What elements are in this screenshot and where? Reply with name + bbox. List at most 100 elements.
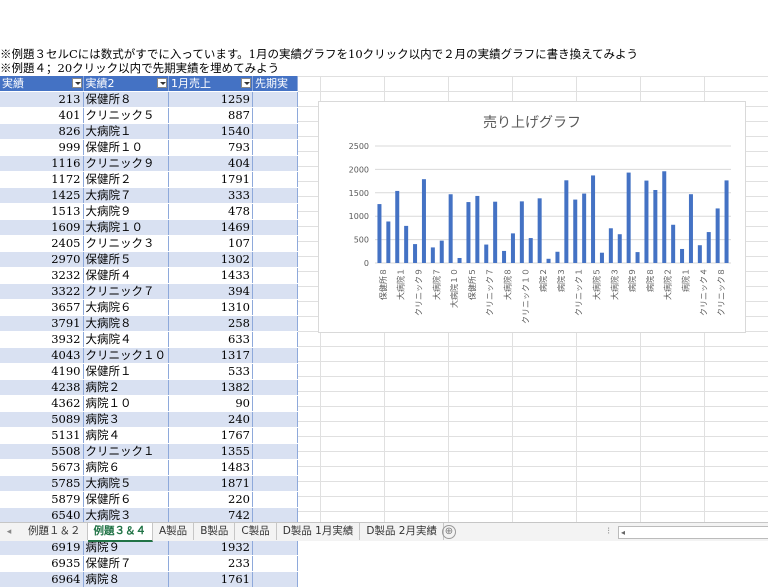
filter-dropdown-icon[interactable] xyxy=(71,78,82,88)
scroll-left-arrow-icon[interactable]: ◂ xyxy=(621,527,625,538)
sheet-tab[interactable]: 例題３＆４ xyxy=(87,523,153,542)
cell-prev-period[interactable] xyxy=(252,235,298,252)
cell-jisseki[interactable]: 5508 xyxy=(0,443,84,460)
bar[interactable] xyxy=(395,190,400,263)
cell-jisseki2[interactable]: クリニック１０ xyxy=(83,347,169,364)
cell-prev-period[interactable] xyxy=(252,187,298,204)
cell-prev-period[interactable] xyxy=(252,171,298,188)
cell-jisseki[interactable]: 4190 xyxy=(0,363,84,380)
bar[interactable] xyxy=(582,193,587,263)
bar[interactable] xyxy=(519,201,524,263)
cell-prev-period[interactable] xyxy=(252,427,298,444)
cell-jisseki[interactable]: 6919 xyxy=(0,539,84,556)
cell-prev-period[interactable] xyxy=(252,283,298,300)
cell-prev-period[interactable] xyxy=(252,411,298,428)
cell-jisseki[interactable]: 6964 xyxy=(0,571,84,588)
cell-jan-sales[interactable]: 1302 xyxy=(168,251,253,268)
filter-dropdown-icon[interactable] xyxy=(157,78,167,88)
bar[interactable] xyxy=(404,225,409,263)
cell-jisseki2[interactable]: 保健所６ xyxy=(83,491,169,508)
sheet-tab[interactable]: 例題１＆２ xyxy=(22,523,88,540)
cell-prev-period[interactable] xyxy=(252,475,298,492)
bar[interactable] xyxy=(591,175,596,263)
cell-prev-period[interactable] xyxy=(252,203,298,220)
cell-prev-period[interactable] xyxy=(252,443,298,460)
cell-prev-period[interactable] xyxy=(252,555,298,572)
bar[interactable] xyxy=(706,232,711,263)
cell-jan-sales[interactable]: 1382 xyxy=(168,379,253,396)
cell-jisseki2[interactable]: 大病院７ xyxy=(83,187,169,204)
sheet-tab[interactable]: D製品 2月実績 xyxy=(360,523,444,540)
cell-jan-sales[interactable]: 1259 xyxy=(168,91,253,108)
cell-prev-period[interactable] xyxy=(252,571,298,588)
cell-jisseki2[interactable]: 保健所８ xyxy=(83,91,169,108)
cell-jisseki2[interactable]: 保健所７ xyxy=(83,555,169,572)
bar[interactable] xyxy=(546,258,551,263)
header-jan-sales[interactable]: 1月売上 xyxy=(168,76,253,92)
bar[interactable] xyxy=(688,194,693,263)
cell-jisseki[interactable]: 5131 xyxy=(0,427,84,444)
cell-jan-sales[interactable]: 1767 xyxy=(168,427,253,444)
bar[interactable] xyxy=(484,244,489,263)
cell-jisseki2[interactable]: 保健所４ xyxy=(83,267,169,284)
cell-jisseki[interactable]: 4043 xyxy=(0,347,84,364)
cell-jisseki2[interactable]: 病院４ xyxy=(83,427,169,444)
cell-jisseki2[interactable]: 保健所１０ xyxy=(83,139,169,156)
cell-jisseki2[interactable]: クリニック３ xyxy=(83,235,169,252)
note-line-1[interactable]: ※例題３セルCには数式がすでに入っています。1月の実績グラフを10クリック以内で… xyxy=(0,47,768,61)
cell-jan-sales[interactable]: 533 xyxy=(168,363,253,380)
sales-chart[interactable]: 売り上げグラフ 0 500 1000 1500 2000 2500 保健所８ 大病院１ クリニッ… xyxy=(318,101,746,333)
cell-jisseki[interactable]: 3932 xyxy=(0,331,84,348)
cell-prev-period[interactable] xyxy=(252,459,298,476)
cell-jisseki[interactable]: 826 xyxy=(0,123,84,140)
cell-jisseki[interactable]: 1513 xyxy=(0,203,84,220)
bar[interactable] xyxy=(644,180,649,263)
bar[interactable] xyxy=(564,180,569,263)
cell-jisseki2[interactable]: 大病院１ xyxy=(83,123,169,140)
cell-jisseki2[interactable]: 保健所５ xyxy=(83,251,169,268)
bar[interactable] xyxy=(626,172,631,263)
cell-jan-sales[interactable]: 404 xyxy=(168,155,253,172)
cell-jan-sales[interactable]: 240 xyxy=(168,411,253,428)
cell-jisseki2[interactable]: 大病院６ xyxy=(83,299,169,316)
cell-prev-period[interactable] xyxy=(252,91,298,108)
cell-jisseki2[interactable]: クリニック７ xyxy=(83,283,169,300)
cell-prev-period[interactable] xyxy=(252,315,298,332)
cell-jisseki2[interactable]: 大病院５ xyxy=(83,475,169,492)
cell-jisseki[interactable]: 3322 xyxy=(0,283,84,300)
cell-jisseki[interactable]: 5089 xyxy=(0,411,84,428)
cell-jisseki[interactable]: 5785 xyxy=(0,475,84,492)
cell-prev-period[interactable] xyxy=(252,395,298,412)
bar[interactable] xyxy=(421,179,426,263)
cell-jisseki2[interactable]: 病院６ xyxy=(83,459,169,476)
horizontal-scrollbar[interactable]: ◂ xyxy=(618,526,768,539)
cell-jisseki2[interactable]: クリニック１ xyxy=(83,443,169,460)
bar[interactable] xyxy=(617,234,622,263)
cell-jisseki[interactable]: 213 xyxy=(0,91,84,108)
cell-jisseki[interactable]: 4362 xyxy=(0,395,84,412)
cell-jan-sales[interactable]: 1310 xyxy=(168,299,253,316)
cell-jan-sales[interactable]: 1433 xyxy=(168,267,253,284)
cell-prev-period[interactable] xyxy=(252,123,298,140)
cell-jisseki[interactable]: 1172 xyxy=(0,171,84,188)
cell-jan-sales[interactable]: 478 xyxy=(168,203,253,220)
cell-jisseki[interactable]: 1425 xyxy=(0,187,84,204)
bar[interactable] xyxy=(510,233,515,263)
cell-jisseki[interactable]: 2405 xyxy=(0,235,84,252)
tab-splitter-handle[interactable]: ⁝ xyxy=(607,526,610,537)
cell-jan-sales[interactable]: 258 xyxy=(168,315,253,332)
bar[interactable] xyxy=(555,251,560,263)
cell-jisseki[interactable]: 6935 xyxy=(0,555,84,572)
bar[interactable] xyxy=(448,194,453,263)
cell-prev-period[interactable] xyxy=(252,155,298,172)
cell-jisseki2[interactable]: 大病院１０ xyxy=(83,219,169,236)
cell-jisseki2[interactable]: 大病院４ xyxy=(83,331,169,348)
cell-jan-sales[interactable]: 887 xyxy=(168,107,253,124)
cell-jan-sales[interactable]: 1469 xyxy=(168,219,253,236)
sheet-tab[interactable]: C製品 xyxy=(235,523,277,540)
cell-jisseki[interactable]: 3791 xyxy=(0,315,84,332)
bar[interactable] xyxy=(662,171,667,263)
bar[interactable] xyxy=(475,195,480,263)
cell-jan-sales[interactable]: 107 xyxy=(168,235,253,252)
cell-jan-sales[interactable]: 333 xyxy=(168,187,253,204)
